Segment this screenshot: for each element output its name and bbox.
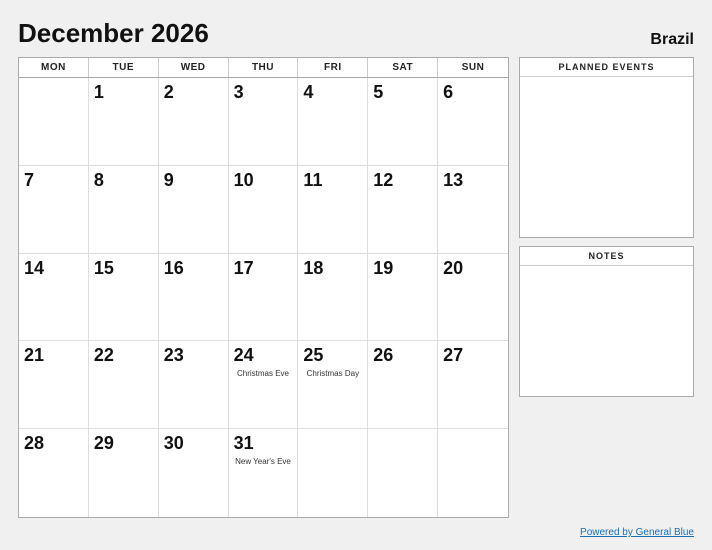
day-number: 27 [443, 345, 463, 367]
cal-cell: 28 [19, 429, 89, 517]
day-header-tue: TUE [89, 58, 159, 77]
cal-cell: 5 [368, 78, 438, 166]
cal-cell: 18 [298, 254, 368, 342]
day-number: 7 [24, 170, 34, 192]
footer: Powered by General Blue [18, 522, 694, 540]
event-label: Christmas Day [303, 369, 362, 379]
day-number: 23 [164, 345, 184, 367]
cal-cell: 3 [229, 78, 299, 166]
cal-cell: 17 [229, 254, 299, 342]
day-number: 16 [164, 258, 184, 280]
day-number: 25 [303, 345, 323, 367]
country-title: Brazil [650, 31, 694, 49]
day-header-sat: SAT [368, 58, 438, 77]
day-header-sun: SUN [438, 58, 508, 77]
cal-cell: 8 [89, 166, 159, 254]
day-number: 31 [234, 433, 254, 455]
day-number: 13 [443, 170, 463, 192]
day-number: 30 [164, 433, 184, 455]
cal-cell: 10 [229, 166, 299, 254]
cal-cell [19, 78, 89, 166]
day-number: 24 [234, 345, 254, 367]
day-number: 18 [303, 258, 323, 280]
planned-events-content [520, 77, 693, 237]
cal-cell: 6 [438, 78, 508, 166]
notes-title: NOTES [520, 247, 693, 266]
cal-cell: 11 [298, 166, 368, 254]
cal-cell: 15 [89, 254, 159, 342]
day-number: 11 [303, 170, 322, 192]
day-number: 28 [24, 433, 44, 455]
cal-cell: 31 New Year's Eve [229, 429, 299, 517]
planned-events-box: PLANNED EVENTS [519, 57, 694, 238]
day-number: 1 [94, 82, 104, 104]
day-headers: MONTUEWEDTHUFRISATSUN [19, 58, 508, 78]
day-number: 21 [24, 345, 44, 367]
day-header-fri: FRI [298, 58, 368, 77]
footer-link[interactable]: Powered by General Blue [580, 527, 694, 538]
day-number: 6 [443, 82, 453, 104]
day-header-wed: WED [159, 58, 229, 77]
day-number: 10 [234, 170, 254, 192]
cal-cell: 19 [368, 254, 438, 342]
cal-cell: 30 [159, 429, 229, 517]
event-label: New Year's Eve [234, 457, 293, 467]
cal-cell: 16 [159, 254, 229, 342]
planned-events-title: PLANNED EVENTS [520, 58, 693, 77]
calendar-section: MONTUEWEDTHUFRISATSUN 123456789101112131… [18, 57, 509, 518]
header: December 2026 Brazil [18, 18, 694, 49]
day-number: 5 [373, 82, 383, 104]
month-title: December 2026 [18, 18, 209, 49]
main-content: MONTUEWEDTHUFRISATSUN 123456789101112131… [18, 57, 694, 518]
day-number: 2 [164, 82, 174, 104]
day-number: 29 [94, 433, 114, 455]
cal-cell: 21 [19, 341, 89, 429]
sidebar: PLANNED EVENTS NOTES [519, 57, 694, 518]
day-number: 19 [373, 258, 393, 280]
day-number: 14 [24, 258, 44, 280]
cal-cell [438, 429, 508, 517]
cal-cell: 2 [159, 78, 229, 166]
day-number: 17 [234, 258, 254, 280]
cal-cell [368, 429, 438, 517]
cal-cell [298, 429, 368, 517]
day-number: 8 [94, 170, 104, 192]
day-header-mon: MON [19, 58, 89, 77]
cal-cell: 27 [438, 341, 508, 429]
cal-cell: 25 Christmas Day [298, 341, 368, 429]
cal-cell: 26 [368, 341, 438, 429]
cal-cell: 9 [159, 166, 229, 254]
notes-content [520, 266, 693, 396]
cal-cell: 1 [89, 78, 159, 166]
day-number: 26 [373, 345, 393, 367]
day-number: 9 [164, 170, 174, 192]
day-number: 4 [303, 82, 313, 104]
cal-cell: 13 [438, 166, 508, 254]
cal-cell: 29 [89, 429, 159, 517]
day-number: 22 [94, 345, 114, 367]
event-label: Christmas Eve [234, 369, 293, 379]
day-number: 12 [373, 170, 393, 192]
cal-cell: 4 [298, 78, 368, 166]
cal-cell: 20 [438, 254, 508, 342]
calendar-grid: 123456789101112131415161718192021222324C… [19, 78, 508, 517]
cal-cell: 24 Christmas Eve [229, 341, 299, 429]
cal-cell: 7 [19, 166, 89, 254]
day-number: 20 [443, 258, 463, 280]
notes-box: NOTES [519, 246, 694, 397]
cal-cell: 12 [368, 166, 438, 254]
cal-cell: 23 [159, 341, 229, 429]
page: December 2026 Brazil MONTUEWEDTHUFRISATS… [0, 0, 712, 550]
day-number: 3 [234, 82, 244, 104]
cal-cell: 14 [19, 254, 89, 342]
day-header-thu: THU [229, 58, 299, 77]
cal-cell: 22 [89, 341, 159, 429]
day-number: 15 [94, 258, 114, 280]
